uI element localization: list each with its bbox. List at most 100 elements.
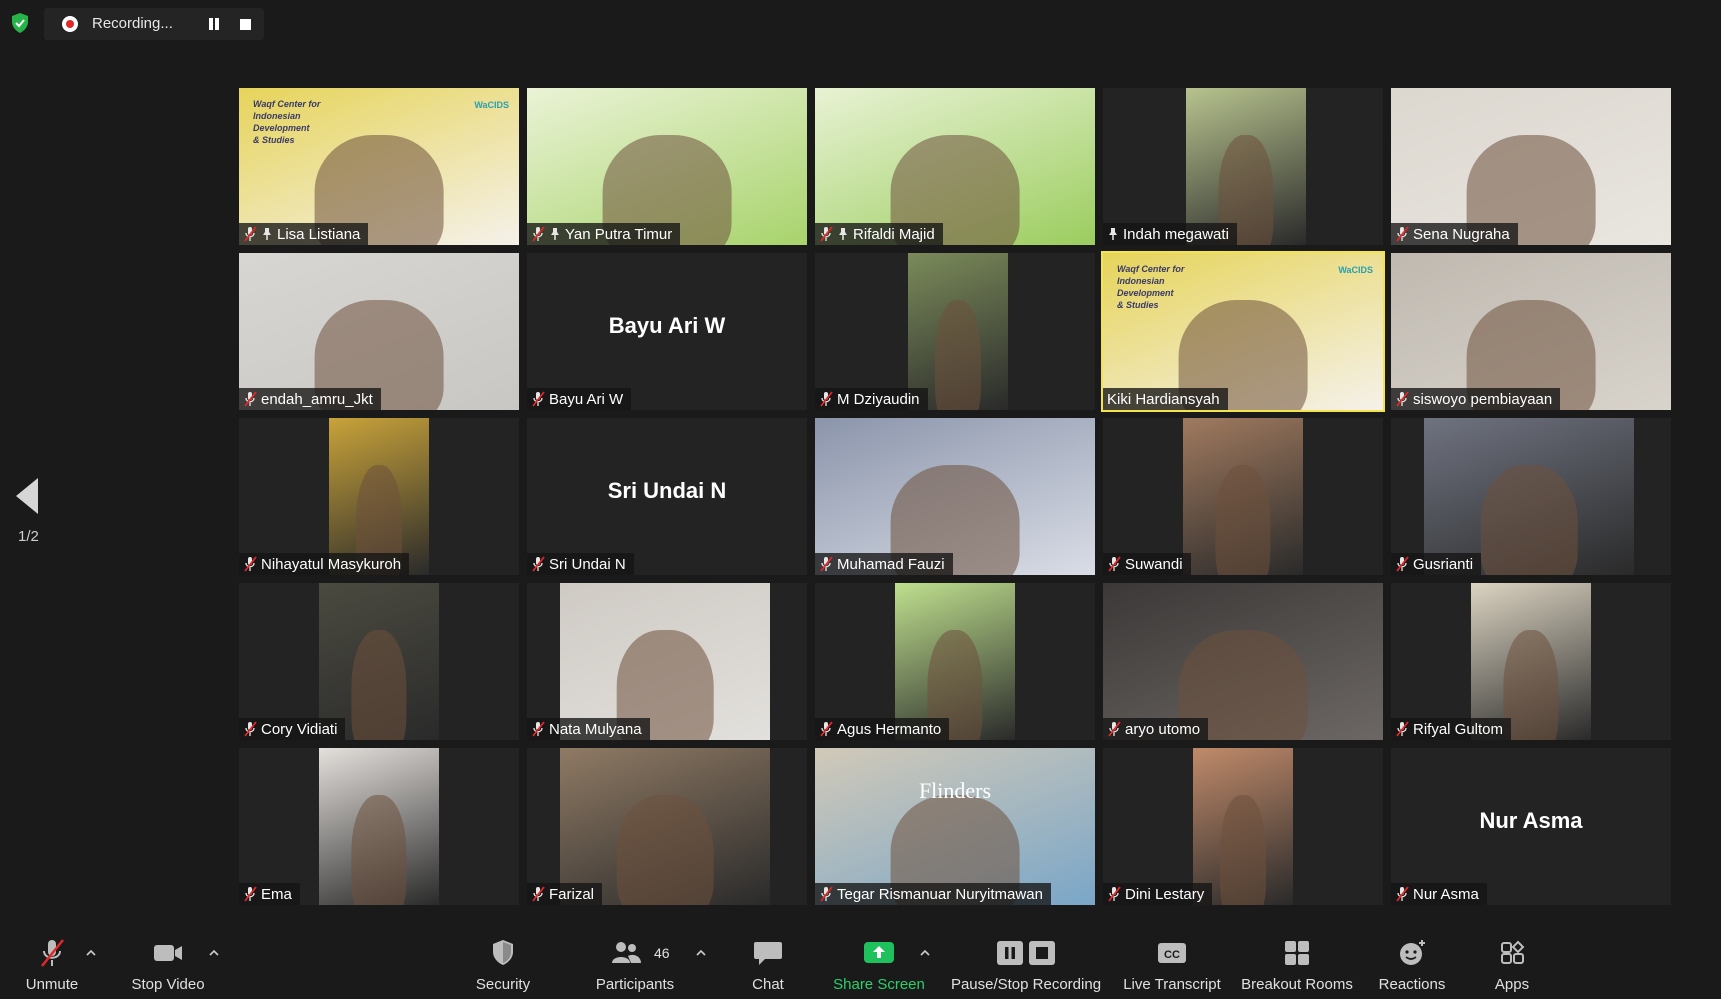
breakout-rooms-icon bbox=[1285, 941, 1309, 965]
participant-video bbox=[815, 88, 1095, 245]
mic-muted-icon bbox=[1107, 556, 1121, 572]
pause-recording-icon[interactable] bbox=[208, 18, 220, 30]
participant-display-name: Nur Asma bbox=[1479, 808, 1583, 833]
participant-video bbox=[1103, 583, 1383, 740]
participant-tile[interactable]: Cory Vidiati bbox=[239, 583, 519, 740]
apps-label: Apps bbox=[1494, 976, 1530, 993]
participant-tile[interactable]: Nata Mulyana bbox=[527, 583, 807, 740]
participant-tile[interactable]: M Dziyaudin bbox=[815, 253, 1095, 410]
pause-stop-recording-label: Pause/Stop Recording bbox=[950, 976, 1102, 993]
participant-name: Agus Hermanto bbox=[837, 720, 942, 738]
svg-text:CC: CC bbox=[1164, 949, 1180, 961]
share-screen-button[interactable]: Share Screen bbox=[828, 930, 930, 999]
participant-tile[interactable]: Nur Asma Nur Asma bbox=[1391, 748, 1671, 905]
unmute-button[interactable]: Unmute bbox=[18, 930, 86, 999]
participant-silhouette bbox=[1503, 630, 1559, 740]
participant-tile[interactable]: Sri Undai N Sri Undai N bbox=[527, 418, 807, 575]
participant-tile[interactable]: Ema bbox=[239, 748, 519, 905]
participant-tile[interactable]: Waqf Center for Indonesian Development &… bbox=[239, 88, 519, 245]
video-options-caret-icon[interactable] bbox=[209, 948, 219, 958]
previous-page-arrow-icon[interactable] bbox=[16, 478, 38, 514]
breakout-rooms-button[interactable]: Breakout Rooms bbox=[1238, 930, 1356, 999]
participant-tile[interactable]: Dini Lestary bbox=[1103, 748, 1383, 905]
stop-video-label: Stop Video bbox=[131, 976, 205, 993]
pause-stop-recording-button[interactable]: Pause/Stop Recording bbox=[948, 930, 1104, 999]
live-transcript-button[interactable]: CC Live Transcript bbox=[1118, 930, 1226, 999]
participant-tile[interactable]: Farizal bbox=[527, 748, 807, 905]
mic-muted-icon bbox=[531, 391, 545, 407]
participant-video bbox=[1193, 748, 1293, 905]
meeting-toolbar: Unmute Stop Video Security 46 Participan… bbox=[0, 930, 1721, 999]
mic-muted-icon bbox=[1395, 226, 1409, 242]
participant-name: Suwandi bbox=[1125, 555, 1183, 573]
audio-options-caret-icon[interactable] bbox=[86, 948, 96, 958]
participant-name: M Dziyaudin bbox=[837, 390, 920, 408]
participant-tile[interactable]: siswoyo pembiayaan bbox=[1391, 253, 1671, 410]
participant-name: aryo utomo bbox=[1125, 720, 1201, 738]
participant-video bbox=[908, 253, 1008, 410]
mic-muted-icon bbox=[1395, 721, 1409, 737]
participant-name: Gusrianti bbox=[1413, 555, 1474, 573]
participant-name: Yan Putra Timur bbox=[565, 225, 673, 243]
participant-tile[interactable]: Agus Hermanto bbox=[815, 583, 1095, 740]
participant-tile[interactable]: endah_amru_Jkt bbox=[239, 253, 519, 410]
participant-name: Kiki Hardiansyah bbox=[1107, 390, 1220, 408]
participant-tile[interactable]: Gusrianti bbox=[1391, 418, 1671, 575]
participant-name-label: Nihayatul Masykuroh bbox=[239, 553, 410, 575]
participant-name: Sena Nugraha bbox=[1413, 225, 1510, 243]
participant-video bbox=[815, 418, 1095, 575]
participant-tile[interactable]: Bayu Ari W Bayu Ari W bbox=[527, 253, 807, 410]
participant-tile[interactable]: Waqf Center for Indonesian Development &… bbox=[1101, 251, 1385, 412]
participant-video bbox=[319, 748, 439, 905]
participant-tile[interactable]: Rifyal Gultom bbox=[1391, 583, 1671, 740]
participant-tile[interactable]: Muhamad Fauzi bbox=[815, 418, 1095, 575]
participant-name: siswoyo pembiayaan bbox=[1413, 390, 1553, 408]
participant-video bbox=[329, 418, 429, 575]
participant-name-label: Nur Asma bbox=[1391, 883, 1487, 905]
virtual-background-text: Flinders bbox=[918, 778, 992, 803]
chat-button[interactable]: Chat bbox=[728, 930, 808, 999]
participant-name-label: Indah megawati bbox=[1103, 223, 1237, 245]
participant-video bbox=[1183, 418, 1303, 575]
participant-video bbox=[560, 748, 770, 905]
participant-tile[interactable]: Rifaldi Majid bbox=[815, 88, 1095, 245]
participant-tile[interactable]: Sena Nugraha bbox=[1391, 88, 1671, 245]
participant-silhouette bbox=[351, 630, 407, 740]
participant-name: Dini Lestary bbox=[1125, 885, 1205, 903]
participant-name: Farizal bbox=[549, 885, 595, 903]
participant-name-label: endah_amru_Jkt bbox=[239, 388, 381, 410]
unmute-label: Unmute bbox=[25, 976, 79, 993]
mic-muted-icon bbox=[531, 226, 545, 242]
participants-button[interactable]: 46 Participants bbox=[588, 930, 682, 999]
share-options-caret-icon[interactable] bbox=[920, 948, 930, 958]
mic-muted-icon bbox=[1107, 886, 1121, 902]
stop-recording-icon[interactable] bbox=[240, 19, 251, 30]
mic-muted-icon bbox=[243, 556, 257, 572]
participant-tile[interactable]: Flinders Tegar Rismanuar Nuryitmawan bbox=[815, 748, 1095, 905]
participant-video bbox=[1391, 253, 1671, 410]
participant-video bbox=[560, 583, 770, 740]
mic-muted-icon bbox=[1395, 886, 1409, 902]
apps-button[interactable]: Apps bbox=[1478, 930, 1546, 999]
stop-video-button[interactable]: Stop Video bbox=[124, 930, 212, 999]
security-button[interactable]: Security bbox=[468, 930, 538, 999]
participant-name-label: Agus Hermanto bbox=[815, 718, 950, 740]
participant-display-name: Bayu Ari W bbox=[608, 313, 726, 338]
apps-icon bbox=[1501, 940, 1525, 964]
participant-tile[interactable]: Suwandi bbox=[1103, 418, 1383, 575]
mic-muted-icon bbox=[243, 886, 257, 902]
participant-tile[interactable]: Indah megawati bbox=[1103, 88, 1383, 245]
participant-name-label: Sri Undai N bbox=[527, 553, 634, 575]
live-transcript-label: Live Transcript bbox=[1123, 976, 1221, 993]
participant-tile[interactable]: Yan Putra Timur bbox=[527, 88, 807, 245]
wacids-banner-text: Waqf Center for Indonesian Development &… bbox=[1117, 264, 1185, 310]
participant-tile[interactable]: aryo utomo bbox=[1103, 583, 1383, 740]
participants-options-caret-icon[interactable] bbox=[696, 948, 706, 958]
mic-muted-icon bbox=[243, 721, 257, 737]
participant-name: Rifaldi Majid bbox=[853, 225, 935, 243]
reactions-button[interactable]: Reactions bbox=[1372, 930, 1452, 999]
participant-tile[interactable]: Nihayatul Masykuroh bbox=[239, 418, 519, 575]
wacids-banner-text: Waqf Center for Indonesian Development &… bbox=[253, 99, 321, 145]
security-label: Security bbox=[475, 976, 531, 993]
participant-video bbox=[815, 748, 1095, 905]
